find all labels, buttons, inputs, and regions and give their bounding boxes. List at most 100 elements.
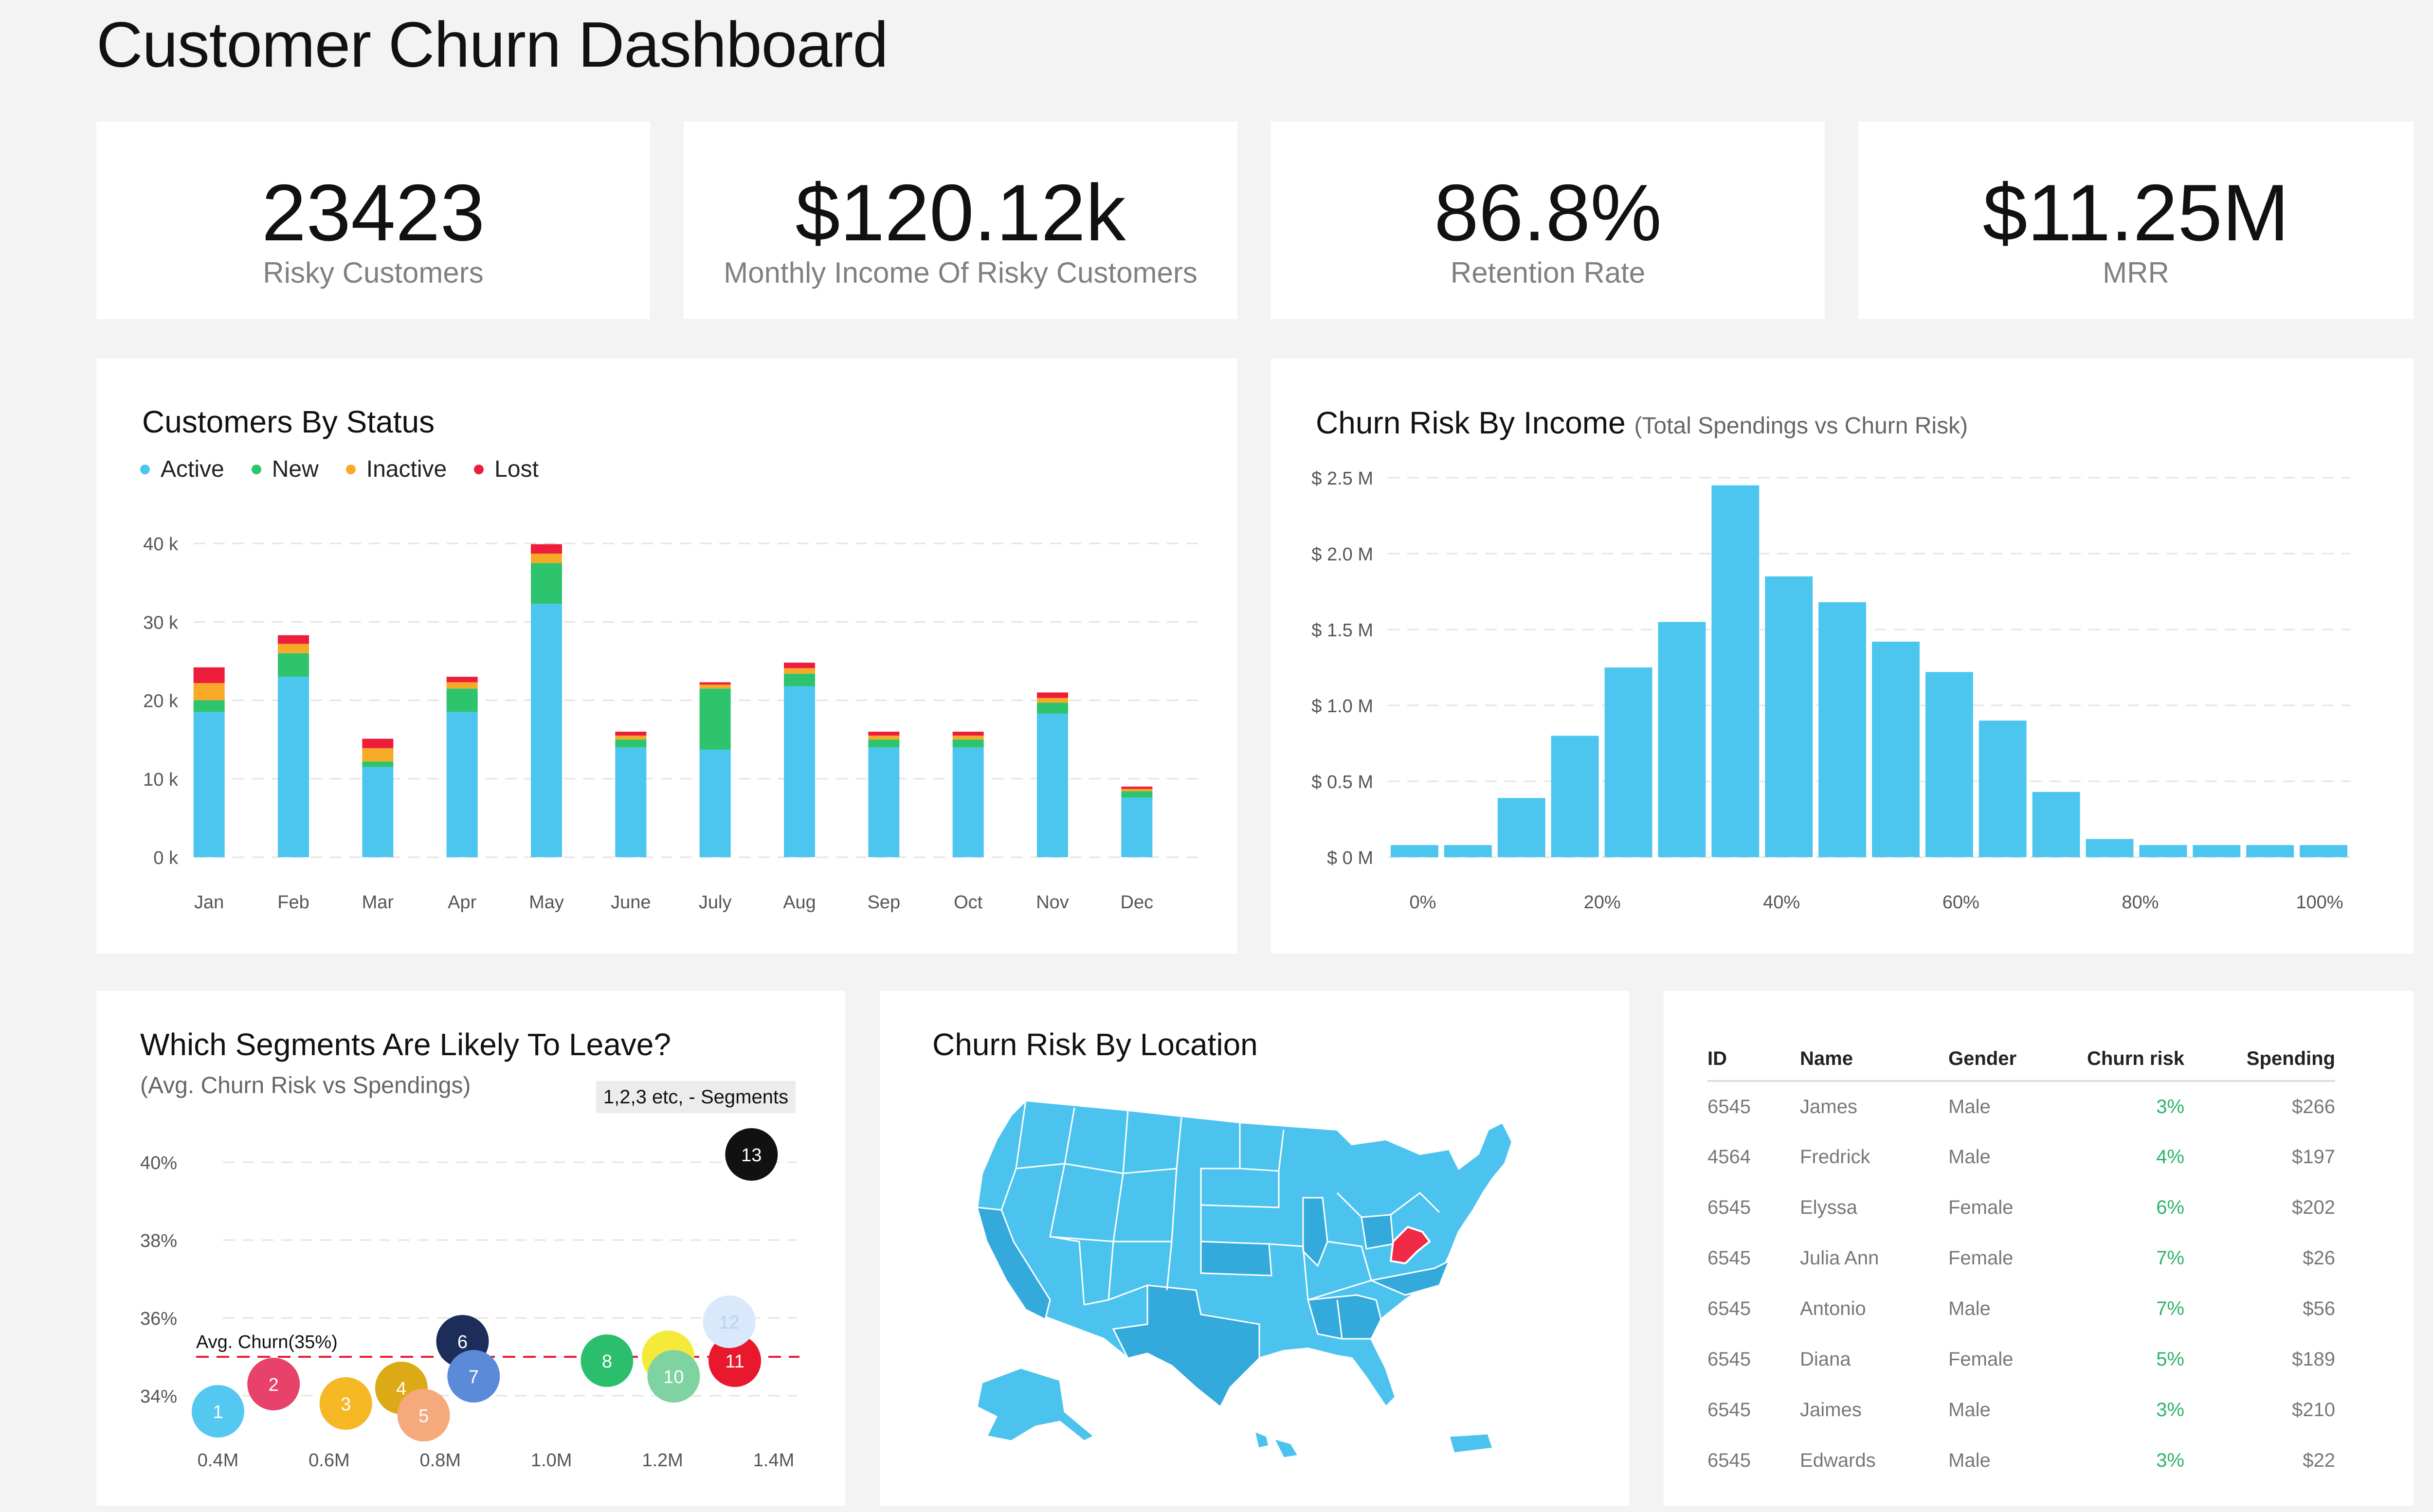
bar-segment-active[interactable] [784,686,815,857]
bar-segment-new[interactable] [446,688,478,712]
cell-gender: Male [1948,1146,1991,1168]
bar-segment-active[interactable] [446,712,478,857]
bar-segment-lost[interactable] [1121,786,1153,789]
segment-label: 7 [469,1367,479,1387]
bar-segment-new[interactable] [1037,702,1068,714]
histogram-bar[interactable] [1551,736,1599,857]
kpi-label: MRR [2103,256,2169,289]
bar-segment-inactive[interactable] [952,736,984,740]
bar-segment-inactive[interactable] [699,684,731,689]
histogram-bar[interactable] [2032,792,2080,857]
bar-segment-lost[interactable] [868,732,900,736]
histogram-bar[interactable] [1604,667,1652,857]
bar-segment-lost[interactable] [615,732,647,736]
column-header-name[interactable]: Name [1800,1037,1948,1082]
bar-segment-lost[interactable] [952,732,984,736]
bar-segment-inactive[interactable] [446,682,478,689]
table-row[interactable]: 6545 Antonio Male 7% $56 [1707,1283,2335,1334]
histogram-bar[interactable] [1765,576,1813,857]
table-row[interactable]: 6545 Julia Ann Female 7% $26 [1707,1233,2335,1283]
bar-segment-lost[interactable] [278,635,309,644]
histogram-bar[interactable] [1497,798,1545,857]
bar-segment-inactive[interactable] [868,736,900,740]
bar-segment-inactive[interactable] [278,644,309,653]
bar-segment-new[interactable] [615,739,647,748]
histogram-bar[interactable] [2086,839,2134,857]
bar-segment-lost[interactable] [1037,692,1068,698]
segment-label: 11 [725,1351,744,1372]
bar-segment-new[interactable] [1121,791,1153,798]
bar-segment-new[interactable] [531,563,562,604]
bar-segment-inactive[interactable] [784,668,815,674]
bar-segment-active[interactable] [952,747,984,857]
histogram-bar[interactable] [2300,845,2347,857]
state-alaska[interactable] [976,1367,1095,1442]
table-row[interactable]: 6545 James Male 3% $266 [1707,1081,2335,1132]
bar-segment-new[interactable] [699,688,731,750]
cell-churn-risk: 3% [2156,1449,2184,1471]
histogram-bar[interactable] [1444,845,1492,857]
bar-segment-active[interactable] [868,747,900,857]
bar-segment-inactive[interactable] [615,736,647,740]
column-header-id[interactable]: ID [1707,1037,1800,1082]
bar-segment-lost[interactable] [362,738,394,748]
column-header-churn-risk[interactable]: Churn risk [2080,1037,2184,1082]
histogram-bar[interactable] [1818,602,1866,857]
bar-segment-active[interactable] [1121,797,1153,857]
column-header-gender[interactable]: Gender [1948,1037,2080,1082]
y-tick-label: 40 k [143,534,179,555]
bar-segment-new[interactable] [278,653,309,677]
table-body: 6545 James Male 3% $266 4564 Fredrick Male 4% $19… [1707,1081,2335,1486]
cell-id: 6545 [1707,1247,1751,1269]
bar-segment-lost[interactable] [531,544,562,554]
y-tick-label: $ 0.5 M [1311,772,1373,792]
table-row[interactable]: 4564 Fredrick Male 4% $197 [1707,1132,2335,1182]
histogram-bar[interactable] [2139,845,2187,857]
bar-segment-lost[interactable] [784,663,815,668]
territory-puerto-rico[interactable] [1448,1433,1494,1454]
cell-churn-risk: 5% [2156,1348,2184,1370]
column-header-spending[interactable]: Spending [2184,1037,2335,1082]
x-tick-label: 1.4M [753,1450,794,1471]
bar-segment-active[interactable] [362,767,394,857]
bar-segment-active[interactable] [531,604,562,857]
bar-segment-active[interactable] [615,747,647,857]
histogram-bar[interactable] [1925,672,1973,857]
table-row[interactable]: 6545 Diana Female 5% $189 [1707,1334,2335,1385]
bar-segment-lost[interactable] [446,677,478,683]
bar-segment-inactive[interactable] [1121,789,1153,792]
cell-name: Antonio [1800,1297,1866,1319]
bar-segment-new[interactable] [868,739,900,748]
histogram-bar[interactable] [1711,485,1760,857]
y-tick-label: 10 k [143,770,179,790]
histogram-bar[interactable] [1658,622,1706,857]
table-row[interactable]: 6545 Jaimes Male 3% $210 [1707,1385,2335,1435]
kpi-card-mrr: $11.25M MRR [1858,122,2414,319]
segments-card: Which Segments Are Likely To Leave? (Avg… [96,991,845,1506]
bar-segment-inactive[interactable] [193,683,225,701]
histogram-bar[interactable] [2193,845,2241,857]
bar-segment-active[interactable] [1037,713,1068,857]
state-hawaii[interactable] [1253,1430,1270,1449]
histogram-bar[interactable] [1872,641,1920,857]
table-row[interactable]: 6545 Edwards Male 3% $22 [1707,1435,2335,1486]
table-row[interactable]: 6545 Elyssa Female 6% $202 [1707,1182,2335,1233]
bar-segment-inactive[interactable] [531,553,562,563]
bar-segment-active[interactable] [193,712,225,857]
bar-segment-inactive[interactable] [362,748,394,762]
island-hawaii[interactable] [1272,1437,1300,1459]
histogram-bar[interactable] [2246,845,2294,857]
bar-segment-active[interactable] [278,677,309,857]
bar-segment-new[interactable] [193,700,225,712]
histogram-bar[interactable] [1391,845,1438,857]
bar-segment-new[interactable] [362,761,394,767]
bar-segment-inactive[interactable] [1037,698,1068,703]
cell-id: 6545 [1707,1096,1751,1117]
bar-segment-new[interactable] [784,673,815,686]
segments-chart: 34%36%38%40%Avg. Churn(35%)1234567891011… [140,1128,799,1471]
bar-segment-lost[interactable] [699,682,731,685]
bar-segment-active[interactable] [699,750,731,857]
bar-segment-new[interactable] [952,739,984,748]
histogram-bar[interactable] [1979,720,2027,857]
bar-segment-lost[interactable] [193,667,225,684]
